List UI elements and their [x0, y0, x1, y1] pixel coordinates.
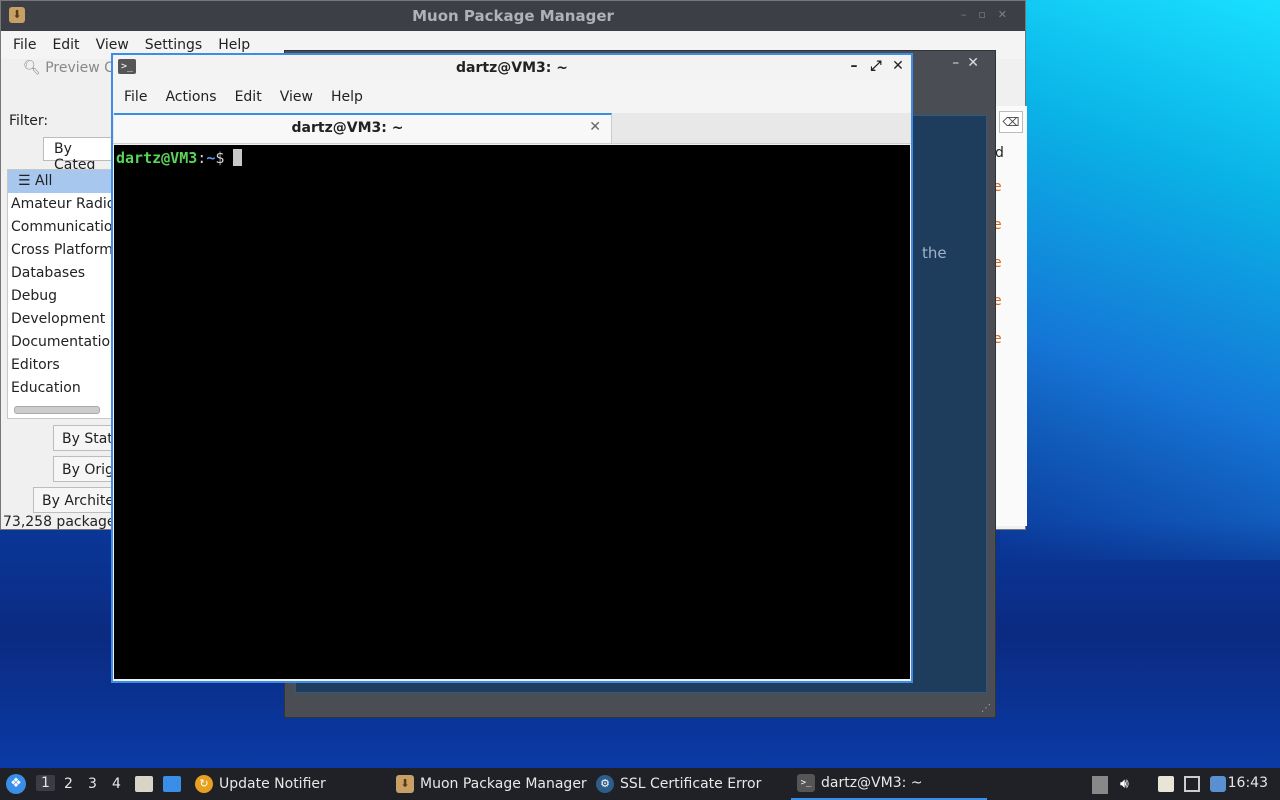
dialog-window-controls[interactable]: –✕ — [952, 55, 987, 71]
dialog-text-fragment: the — [922, 244, 947, 262]
by-architecture-tab[interactable]: By Archite — [33, 487, 123, 513]
menu-edit[interactable]: Edit — [226, 89, 271, 105]
terminal-menubar: File Actions Edit View Help — [113, 81, 911, 113]
taskbar: ❖ 1 2 3 4 ↻ Update Notifier ⬇ Muon Packa… — [0, 768, 1280, 800]
menu-actions[interactable]: Actions — [156, 89, 225, 105]
resize-grip-icon[interactable]: ⋰ — [981, 703, 991, 714]
preview-changes-button[interactable]: 🔍︎ Preview C — [23, 60, 114, 76]
desktop-wallpaper — [1000, 0, 1280, 560]
steam-icon: ⚙ — [596, 775, 614, 793]
terminal-tab[interactable]: dartz@VM3: ~ ✕ — [114, 113, 612, 143]
horizontal-scrollbar[interactable] — [14, 406, 100, 414]
muon-icon: ⬇ — [396, 775, 414, 793]
minimize-icon[interactable]: – — [847, 58, 861, 74]
category-item-all[interactable]: ☰ All — [8, 170, 118, 193]
clock[interactable]: 16:43 — [1228, 775, 1268, 791]
filter-label: Filter: — [9, 113, 49, 129]
start-menu-icon[interactable]: ❖ — [6, 774, 26, 794]
maximize-icon[interactable]: ⤢ — [869, 58, 883, 74]
network-icon[interactable] — [1184, 776, 1200, 792]
list-icon: ☰ — [18, 173, 36, 189]
clipboard-icon[interactable] — [1158, 776, 1174, 792]
menu-help[interactable]: Help — [322, 89, 372, 105]
workspace-4[interactable]: 4 — [112, 776, 121, 792]
category-item[interactable]: Documentation — [8, 331, 118, 354]
category-item[interactable]: Communication — [8, 216, 118, 239]
text-cursor — [233, 149, 243, 166]
category-item[interactable]: Editors — [8, 354, 118, 377]
shell-prompt: dartz@VM3:~$ — [116, 149, 243, 167]
menu-file[interactable]: File — [115, 89, 156, 105]
muon-title: Muon Package Manager — [412, 7, 614, 25]
workspace-1[interactable]: 1 — [36, 775, 55, 791]
notification-icon[interactable] — [1210, 776, 1226, 792]
search-icon: 🔍︎ — [23, 60, 41, 76]
package-list-edge — [993, 106, 1027, 526]
workspace-2[interactable]: 2 — [64, 776, 73, 792]
category-item[interactable]: Development — [8, 308, 118, 331]
clear-search-icon[interactable]: ⌫ — [999, 111, 1023, 133]
package-count: 73,258 packages — [3, 514, 123, 530]
show-desktop-icon[interactable] — [163, 776, 181, 792]
terminal-output[interactable]: dartz@VM3:~$ — [114, 145, 910, 679]
update-notifier-icon: ↻ — [195, 775, 213, 793]
category-item[interactable]: Education — [8, 377, 118, 400]
terminal-title: dartz@VM3: ~ — [456, 60, 568, 76]
category-item[interactable]: Databases — [8, 262, 118, 285]
terminal-window: >_ dartz@VM3: ~ – ⤢ ✕ File Actions Edit … — [111, 53, 913, 683]
menu-view[interactable]: View — [88, 37, 137, 53]
terminal-tab-bar: dartz@VM3: ~ ✕ — [113, 113, 911, 144]
terminal-icon: >_ — [797, 774, 815, 792]
category-list: ☰ All Amateur Radio Communication Cross … — [7, 169, 119, 419]
menu-settings[interactable]: Settings — [137, 37, 210, 53]
category-item[interactable]: Amateur Radio — [8, 193, 118, 216]
task-ssl-error[interactable]: ⚙ SSL Certificate Error — [596, 768, 761, 800]
tab-close-icon[interactable]: ✕ — [589, 119, 601, 135]
volume-icon[interactable]: 🔊︎ — [1120, 776, 1136, 792]
column-header-fragment: d — [995, 145, 1004, 161]
task-muon[interactable]: ⬇ Muon Package Manager — [396, 768, 587, 800]
terminal-tab-title: dartz@VM3: ~ — [291, 120, 404, 136]
file-manager-icon[interactable] — [135, 776, 153, 792]
muon-window-controls[interactable]: –▫✕ — [961, 8, 1019, 21]
close-icon[interactable]: ✕ — [891, 58, 905, 74]
menu-view[interactable]: View — [271, 89, 322, 105]
task-update-notifier[interactable]: ↻ Update Notifier — [195, 768, 326, 800]
category-item[interactable]: Cross Platform — [8, 239, 118, 262]
menu-file[interactable]: File — [5, 37, 44, 53]
terminal-window-controls: – ⤢ ✕ — [847, 58, 905, 74]
task-terminal[interactable]: >_ dartz@VM3: ~ — [791, 768, 987, 800]
muon-titlebar[interactable]: ⬇ Muon Package Manager –▫✕ — [1, 1, 1025, 31]
terminal-titlebar[interactable]: >_ dartz@VM3: ~ – ⤢ ✕ — [113, 55, 911, 81]
category-item[interactable]: Debug — [8, 285, 118, 308]
menu-edit[interactable]: Edit — [44, 37, 87, 53]
workspace-3[interactable]: 3 — [88, 776, 97, 792]
tray-arrow-icon[interactable] — [1092, 776, 1108, 794]
menu-help[interactable]: Help — [210, 37, 258, 53]
